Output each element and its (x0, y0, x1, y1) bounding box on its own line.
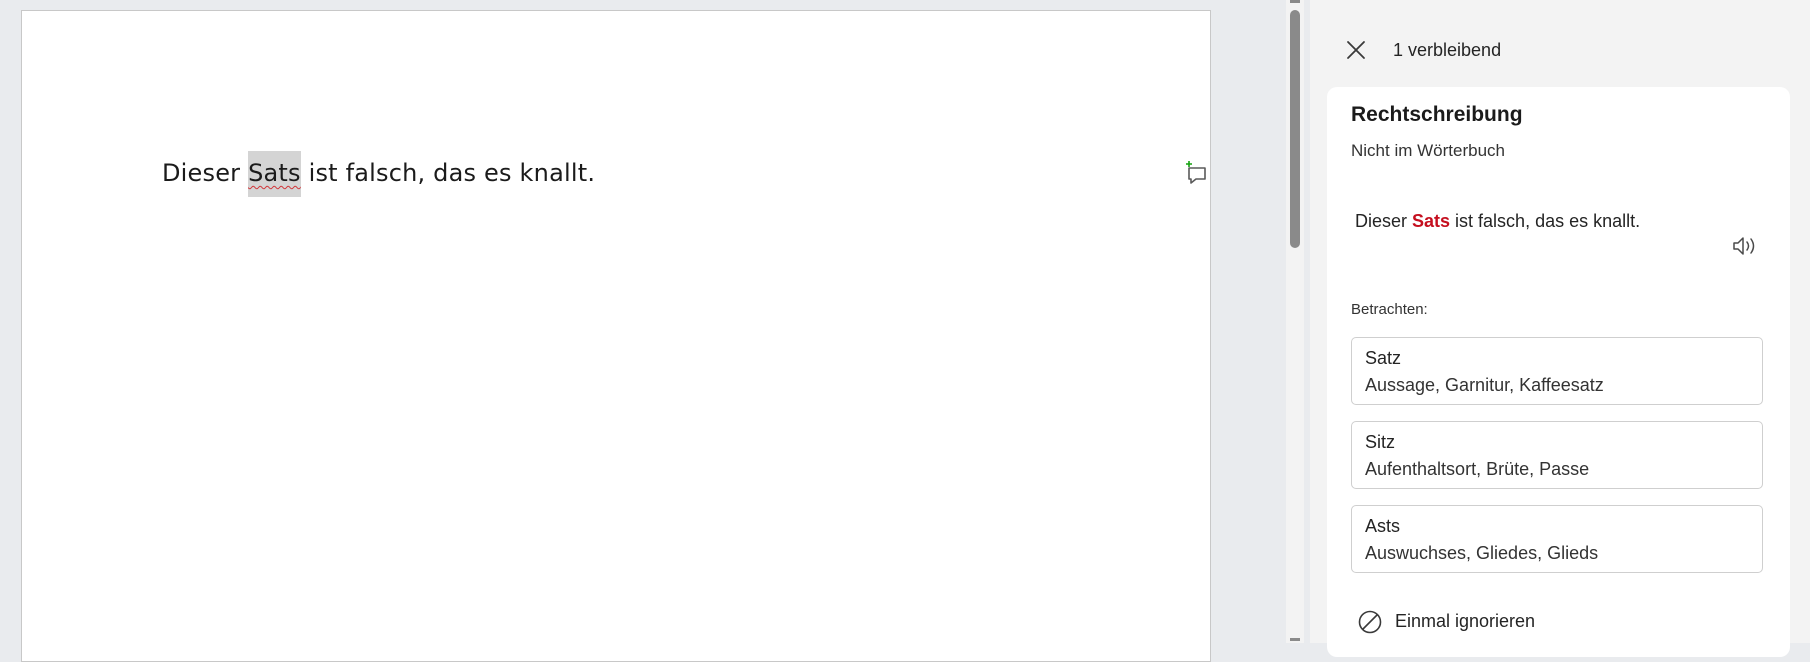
document-page[interactable]: Dieser Sats ist falsch, das es knallt. (21, 10, 1211, 662)
suggestion-satz[interactable]: Satz Aussage, Garnitur, Kaffeesatz (1351, 337, 1763, 405)
document-area: Dieser Sats ist falsch, das es knallt. (0, 0, 1286, 662)
suggestion-word: Asts (1365, 516, 1401, 536)
suggestion-synonyms: Aufenthaltsort, Brüte, Passe (1365, 459, 1590, 479)
text-before: Dieser (162, 159, 249, 187)
suggestion-synonyms: Auswuchses, Gliedes, Glieds (1365, 543, 1599, 563)
suggestion-word: Satz (1365, 348, 1402, 368)
remaining-count: 1 verbleibend (1393, 40, 1502, 60)
context-error-word: Sats (1412, 211, 1451, 231)
context-sentence: Dieser Sats ist falsch, das es knallt. (1355, 211, 1640, 232)
vertical-scrollbar[interactable] (1286, 0, 1304, 643)
scroll-down-arrow[interactable] (1290, 638, 1300, 641)
suggestion-asts[interactable]: Asts Auswuchses, Gliedes, Glieds (1351, 505, 1763, 573)
scroll-up-arrow[interactable] (1290, 0, 1300, 3)
read-aloud-icon[interactable] (1730, 233, 1760, 259)
close-icon[interactable] (1342, 36, 1370, 64)
ignore-once-label: Einmal ignorieren (1395, 611, 1536, 631)
spelling-card: Rechtschreibung Nicht im Wörterbuch Dies… (1327, 87, 1790, 657)
consider-label: Betrachten: (1351, 301, 1428, 318)
suggestion-synonyms: Aussage, Garnitur, Kaffeesatz (1365, 375, 1604, 395)
pane-header: 1 verbleibend (1310, 28, 1810, 72)
misspelled-word[interactable]: Sats (248, 151, 301, 197)
ignore-icon (1357, 609, 1383, 635)
context-before: Dieser (1355, 211, 1413, 231)
document-paragraph[interactable]: Dieser Sats ist falsch, das es knallt. (162, 151, 596, 197)
card-subtitle: Nicht im Wörterbuch (1351, 141, 1505, 160)
new-comment-icon[interactable] (1182, 159, 1210, 187)
suggestion-word: Sitz (1365, 432, 1396, 452)
suggestion-sitz[interactable]: Sitz Aufenthaltsort, Brüte, Passe (1351, 421, 1763, 489)
text-after: ist falsch, das es knallt. (300, 159, 596, 187)
context-after: ist falsch, das es knallt. (1450, 211, 1641, 231)
editor-pane: 1 verbleibend Rechtschreibung Nicht im W… (1310, 0, 1810, 657)
scrollbar-thumb[interactable] (1290, 10, 1300, 248)
card-title: Rechtschreibung (1351, 103, 1523, 126)
